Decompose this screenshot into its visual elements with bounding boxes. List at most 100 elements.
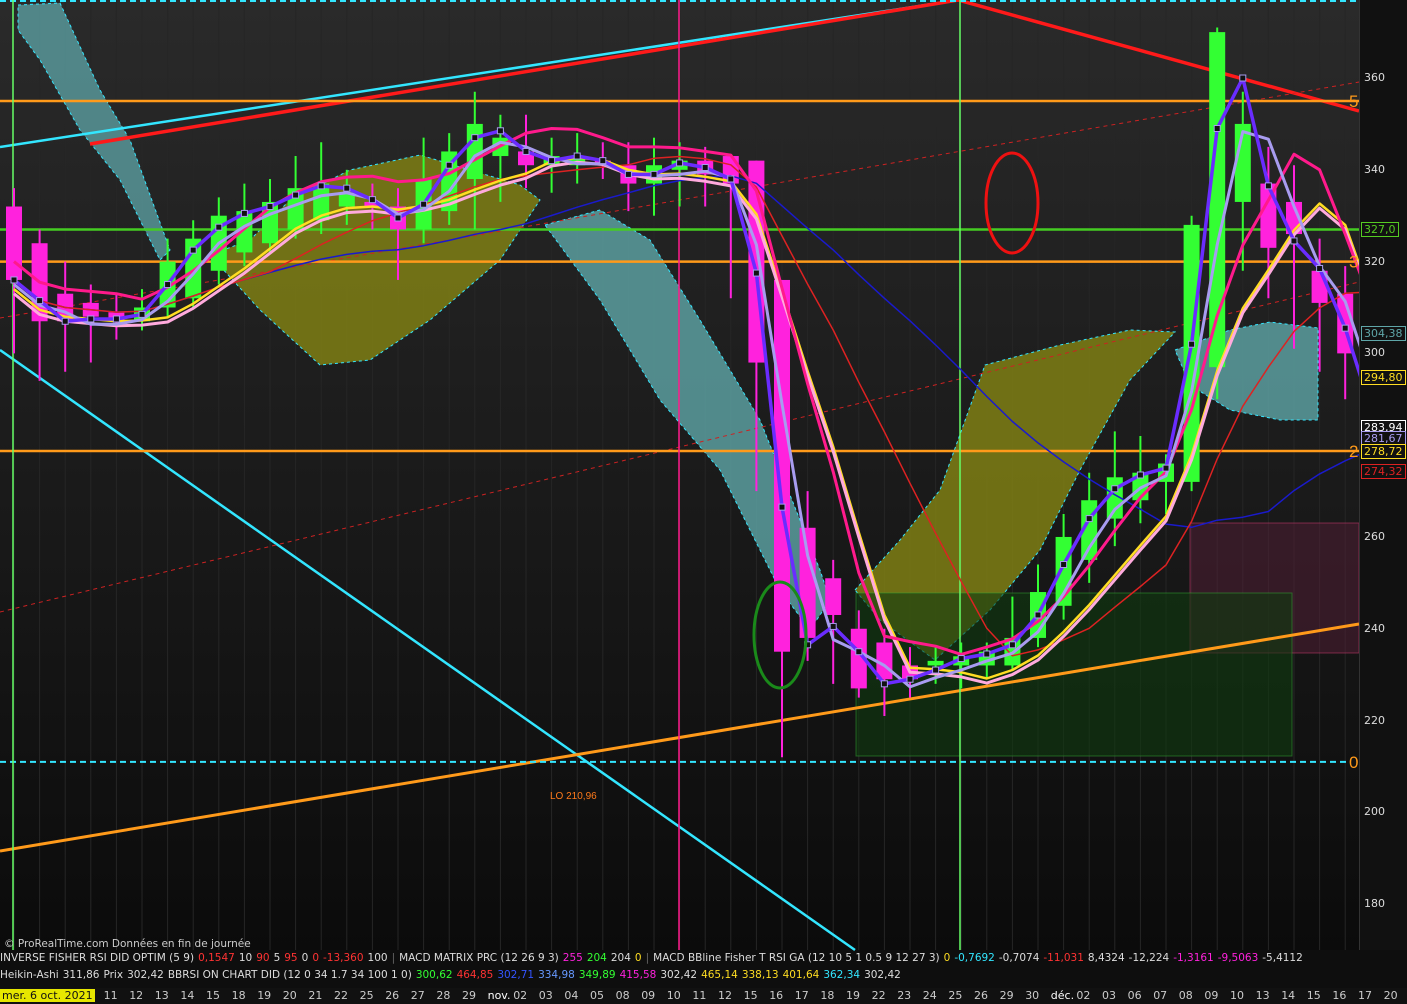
ma-marker bbox=[1290, 237, 1298, 245]
price-tick-label: 180 bbox=[1364, 897, 1385, 911]
ma-marker bbox=[112, 315, 120, 323]
date-tick-label: 11 bbox=[103, 989, 118, 1002]
ma-marker bbox=[394, 214, 402, 222]
ma-marker bbox=[420, 200, 428, 208]
status-value: 334,98 bbox=[538, 969, 575, 981]
status-value: -12,224 bbox=[1128, 952, 1170, 964]
date-tick-label: 14 bbox=[1281, 989, 1296, 1002]
date-tick-label: 12 bbox=[129, 989, 144, 1002]
date-tick-label: 08 bbox=[615, 989, 630, 1002]
date-tick-label: 03 bbox=[538, 989, 553, 1002]
ma-marker bbox=[752, 269, 760, 277]
ma-marker bbox=[1264, 182, 1272, 190]
ma-marker bbox=[1034, 611, 1042, 619]
price-tick-label: 360 bbox=[1364, 71, 1385, 85]
date-tick-label: 09 bbox=[641, 989, 656, 1002]
status-value: 8,4324 bbox=[1087, 952, 1125, 964]
date-tick-label: 15 bbox=[743, 989, 758, 1002]
price-tick-label: 240 bbox=[1364, 621, 1385, 635]
price-level-tag: 327,0 bbox=[1361, 222, 1399, 238]
candle-body bbox=[6, 206, 22, 280]
status-value: -1,3161 bbox=[1173, 952, 1214, 964]
status-value: 401,64 bbox=[782, 969, 820, 981]
status-value: 465,14 bbox=[701, 969, 738, 981]
date-tick-label: 06 bbox=[1127, 989, 1142, 1002]
ma-marker bbox=[266, 203, 274, 211]
date-tick-label: 18 bbox=[231, 989, 246, 1002]
edge-mark: 5 bbox=[1349, 92, 1358, 111]
date-tick-label: 24 bbox=[922, 989, 937, 1002]
price-tick-label: 260 bbox=[1364, 529, 1385, 543]
date-tick-label: 09 bbox=[1204, 989, 1219, 1002]
date-tick-label: 30 bbox=[1025, 989, 1040, 1002]
price-level-tag: 274,32 bbox=[1361, 464, 1406, 480]
candle-body bbox=[1260, 183, 1277, 248]
date-tick-label: 29 bbox=[462, 989, 476, 1002]
ma-marker bbox=[445, 161, 453, 169]
date-tick-label: 11 bbox=[692, 989, 707, 1002]
ma-marker bbox=[164, 281, 172, 289]
ma-marker bbox=[778, 503, 786, 511]
date-tick-label: 10 bbox=[666, 989, 681, 1002]
status-value: 311,86 bbox=[62, 969, 100, 981]
price-tick-label: 340 bbox=[1364, 162, 1385, 176]
ma-marker bbox=[240, 209, 248, 217]
status-value: 0,1547 bbox=[198, 952, 235, 964]
date-tick-label: 10 bbox=[1230, 989, 1244, 1002]
date-tick-label: 07 bbox=[1153, 989, 1168, 1002]
status-value: 255 bbox=[562, 952, 583, 964]
date-tick-label: mer. 6 oct. 2021 bbox=[0, 989, 95, 1002]
ma-marker bbox=[138, 310, 146, 318]
status-value: -5,4112 bbox=[1262, 952, 1303, 964]
date-tick-label: 23 bbox=[897, 989, 912, 1002]
date-tick-label: 28 bbox=[436, 989, 451, 1002]
ma-marker bbox=[1111, 485, 1119, 493]
ma-marker bbox=[10, 276, 18, 284]
status-value: 204 bbox=[610, 952, 631, 964]
ma-marker bbox=[932, 666, 940, 674]
ma-marker bbox=[87, 315, 95, 323]
ma-marker bbox=[880, 680, 888, 688]
status-value: 100 bbox=[367, 952, 388, 964]
status-value: -9,5063 bbox=[1217, 952, 1259, 964]
price-level-tag: 294,80 bbox=[1361, 370, 1406, 386]
status-value: -0,7074 bbox=[998, 952, 1040, 964]
status-value: Prix bbox=[103, 969, 124, 981]
date-tick-label: 20 bbox=[282, 989, 297, 1002]
status-value: | bbox=[391, 952, 396, 964]
date-tick-label: 25 bbox=[359, 989, 374, 1002]
date-tick-label: 02 bbox=[513, 989, 528, 1002]
ma-marker bbox=[496, 127, 504, 135]
date-tick-label: 29 bbox=[999, 989, 1014, 1002]
status-value: 464,85 bbox=[456, 969, 494, 981]
status-value: MACD MATRIX PRC (12 26 9 3) bbox=[399, 952, 559, 964]
ma-marker bbox=[676, 159, 684, 167]
ma-marker bbox=[471, 134, 479, 142]
status-value: 95 bbox=[284, 952, 298, 964]
status-value: 302,42 bbox=[660, 969, 698, 981]
status-value: 204 bbox=[586, 952, 607, 964]
ma-marker bbox=[599, 157, 607, 165]
ma-marker bbox=[624, 170, 632, 178]
date-tick-label: 03 bbox=[1102, 989, 1116, 1002]
date-tick-label: nov. bbox=[487, 989, 511, 1002]
status-value: | bbox=[645, 952, 650, 964]
ma-marker bbox=[573, 152, 581, 160]
status-value: 5 bbox=[273, 952, 281, 964]
date-tick-label: 17 bbox=[1358, 989, 1372, 1002]
ma-marker bbox=[650, 170, 658, 178]
date-tick-label: 25 bbox=[948, 989, 963, 1002]
ma-marker bbox=[1239, 74, 1247, 82]
date-tick-label: 19 bbox=[257, 989, 272, 1002]
status-value: BBRSI ON CHART DID (12 0 34 1.7 34 100 1… bbox=[167, 969, 412, 981]
indicator-status-row-2: Heikin-Ashi 311,86 Prix 302,42 BBRSI ON CHAR… bbox=[0, 969, 1359, 983]
price-level-tag: 304,38 bbox=[1361, 326, 1406, 342]
date-tick-label: 21 bbox=[308, 989, 323, 1002]
status-value: MACD BBline Fisher T RSI GA (12 10 5 1 0… bbox=[653, 952, 940, 964]
status-value: 0 bbox=[312, 952, 319, 964]
date-axis[interactable]: mer. 6 oct. 2021 11 12 13 14 15 18 19 20 21 22 25 26… bbox=[0, 988, 1407, 1004]
ma-marker bbox=[292, 191, 300, 199]
status-value: 0 bbox=[301, 952, 309, 964]
price-chart[interactable]: LO 210,965320 bbox=[0, 0, 1407, 1004]
ma-marker bbox=[215, 223, 223, 231]
